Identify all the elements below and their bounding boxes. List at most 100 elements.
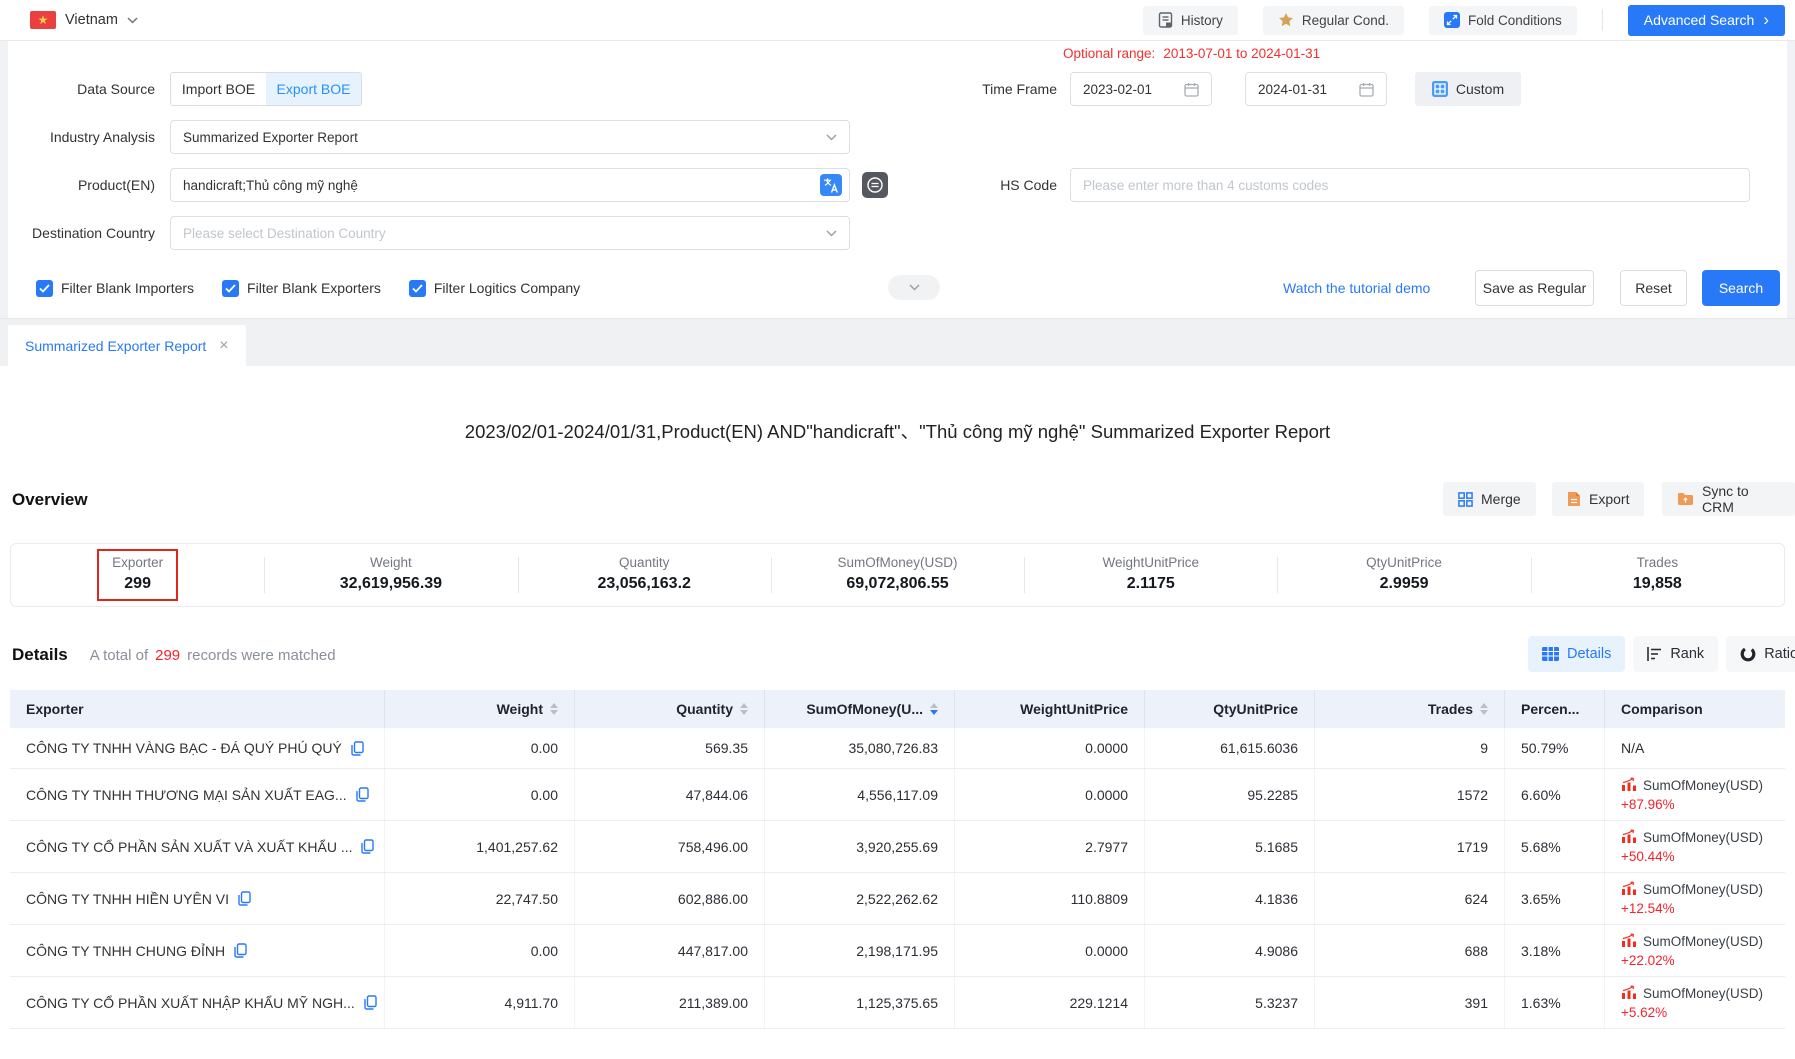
close-icon[interactable]: × [219,338,228,354]
comparison-cell: SumOfMoney(USD)+5.62% [1605,977,1785,1028]
filter-checkbox[interactable]: Filter Logitics Company [409,280,580,297]
weight-cell: 1,401,257.62 [385,821,575,872]
exporter-cell[interactable]: CÔNG TY TNHH HIỀN UYÊN VI [10,873,385,924]
column-header-weight[interactable]: Weight [385,690,575,728]
tab-summarized-exporter-report[interactable]: Summarized Exporter Report × [8,325,246,367]
fold-conditions-button[interactable]: Fold Conditions [1429,6,1577,35]
percent-cell: 3.18% [1505,925,1605,976]
exporter-cell[interactable]: CÔNG TY TNHH CHUNG ĐỈNH [10,925,385,976]
view-button-rank[interactable]: Rank [1633,636,1718,672]
fold-conditions-label: Fold Conditions [1468,13,1562,28]
translate-icon[interactable] [820,174,842,196]
reset-button[interactable]: Reset [1620,270,1687,306]
import-boe-option[interactable]: Import BOE [171,73,266,105]
copy-icon[interactable] [238,891,251,906]
column-header-quantity[interactable]: Quantity [575,690,765,728]
checkbox-checked-icon[interactable] [36,280,53,297]
exporter-cell[interactable]: CÔNG TY TNHH VÀNG BẠC - ĐÁ QUÝ PHÚ QUÝ [10,728,385,768]
country-name: Vietnam [65,12,118,28]
product-en-input[interactable]: handicraft;Thủ công mỹ nghệ [170,168,850,202]
custom-grid-icon [1432,81,1448,97]
stat-label: QtyUnitPrice [1366,555,1442,570]
copy-icon[interactable] [356,787,369,802]
exporter-name[interactable]: CÔNG TY TNHH HIỀN UYÊN VI [26,891,229,907]
quantity-cell: 447,817.00 [575,925,765,976]
folder-sync-icon [1677,492,1694,506]
chevron-down-icon [826,230,837,237]
red-bar-chart-icon [1621,933,1637,950]
comparison-cell: SumOfMoney(USD)+50.44% [1605,821,1785,872]
stat-value: 19,858 [1633,575,1682,593]
export-button[interactable]: Export [1552,482,1644,516]
view-button-details[interactable]: Details [1528,636,1625,672]
save-as-regular-button[interactable]: Save as Regular [1475,270,1594,306]
filter-checkbox[interactable]: Filter Blank Importers [36,280,194,297]
comparison-change: +12.54% [1621,901,1675,916]
search-form: Optional range:2013-07-01 to 2024-01-31 … [0,41,1795,318]
table-row: CÔNG TY TNHH CHUNG ĐỈNH0.00447,817.002,1… [10,925,1785,977]
sum_of_money-cell: 2,198,171.95 [765,925,955,976]
view-button-ratio[interactable]: Ratio [1726,636,1795,672]
exporter-name[interactable]: CÔNG TY CỔ PHẦN XUẤT NHẬP KHẨU MỸ NGH... [26,995,355,1011]
expand-conditions-button[interactable] [888,275,940,300]
copy-icon[interactable] [361,839,374,854]
data-source-label: Data Source [0,72,155,106]
stat-value: 299 [124,575,151,593]
filter-checkbox[interactable]: Filter Blank Exporters [222,280,381,297]
exporter-cell[interactable]: CÔNG TY TNHH THƯƠNG MẠI SẢN XUẤT EAG... [10,769,385,820]
column-header-comparison: Comparison [1605,690,1785,728]
sum_of_money-cell: 1,125,375.65 [765,977,955,1028]
stat-value: 32,619,956.39 [340,575,442,593]
copy-icon[interactable] [234,943,247,958]
tutorial-link[interactable]: Watch the tutorial demo [1283,270,1430,306]
exporter-cell[interactable]: CÔNG TY CỔ PHẦN XUẤT NHẬP KHẨU MỸ NGH... [10,977,385,1028]
checkbox-checked-icon[interactable] [222,280,239,297]
view-switcher: DetailsRankRatio [1528,636,1795,672]
column-header-trades[interactable]: Trades [1315,690,1505,728]
export-boe-option[interactable]: Export BOE [266,73,361,105]
country-selector[interactable]: ★ Vietnam [30,11,138,29]
column-header-qty_unit_price: QtyUnitPrice [1145,690,1315,728]
exporter-name[interactable]: CÔNG TY CỔ PHẦN SẢN XUẤT VÀ XUẤT KHẨU ..… [26,839,352,855]
product-en-value: handicraft;Thủ công mỹ nghệ [183,178,358,193]
merge-button[interactable]: Merge [1443,482,1536,516]
calendar-icon [1184,82,1199,97]
date-end-value: 2024-01-31 [1258,82,1327,97]
overview-heading: Overview [12,490,88,510]
exporter-name[interactable]: CÔNG TY TNHH THƯƠNG MẠI SẢN XUẤT EAG... [26,787,347,803]
stat-label: Trades [1637,555,1679,570]
industry-analysis-select[interactable]: Summarized Exporter Report [170,120,850,154]
history-button[interactable]: History [1143,6,1238,35]
sync-to-crm-button[interactable]: Sync to CRM [1662,482,1795,516]
advanced-search-button[interactable]: Advanced Search › [1628,5,1785,36]
copy-icon[interactable] [351,741,364,756]
column-header-sum_of_money[interactable]: SumOfMoney(U... [765,690,955,728]
copy-icon[interactable] [364,995,377,1010]
star-icon [1278,12,1294,28]
exporter-cell[interactable]: CÔNG TY CỔ PHẦN SẢN XUẤT VÀ XUẤT KHẨU ..… [10,821,385,872]
industry-analysis-value: Summarized Exporter Report [183,130,358,145]
merge-icon [1458,492,1473,507]
date-start-input[interactable]: 2023-02-01 [1070,72,1212,106]
details-header-row: Details A total of 299 records were matc… [12,637,336,673]
vietnam-flag-icon: ★ [30,11,56,29]
chevron-down-icon [127,17,138,24]
checkbox-checked-icon[interactable] [409,280,426,297]
date-end-input[interactable]: 2024-01-31 [1245,72,1387,106]
custom-range-button[interactable]: Custom [1415,72,1521,106]
exporter-name[interactable]: CÔNG TY TNHH CHUNG ĐỈNH [26,943,225,959]
exporter-name[interactable]: CÔNG TY TNHH VÀNG BẠC - ĐÁ QUÝ PHÚ QUÝ [26,740,342,756]
stat-inner: Quantity23,056,163.2 [582,549,705,601]
table-row: CÔNG TY TNHH VÀNG BẠC - ĐÁ QUÝ PHÚ QUÝ0.… [10,728,1785,769]
destination-country-select[interactable]: Please select Destination Country [170,216,850,250]
destination-country-label: Destination Country [0,216,155,250]
summary-prefix: A total of [90,647,148,664]
details-table: ExporterWeightQuantitySumOfMoney(U...Wei… [10,690,1785,1029]
regular-cond-button[interactable]: Regular Cond. [1263,6,1404,35]
hs-code-placeholder: Please enter more than 4 customs codes [1083,178,1328,193]
industry-analysis-label: Industry Analysis [0,120,155,154]
search-button[interactable]: Search [1702,270,1780,306]
hs-code-input[interactable]: Please enter more than 4 customs codes [1070,168,1750,202]
stat-item: Quantity23,056,163.2 [518,544,771,606]
summary-count: 299 [155,647,180,664]
